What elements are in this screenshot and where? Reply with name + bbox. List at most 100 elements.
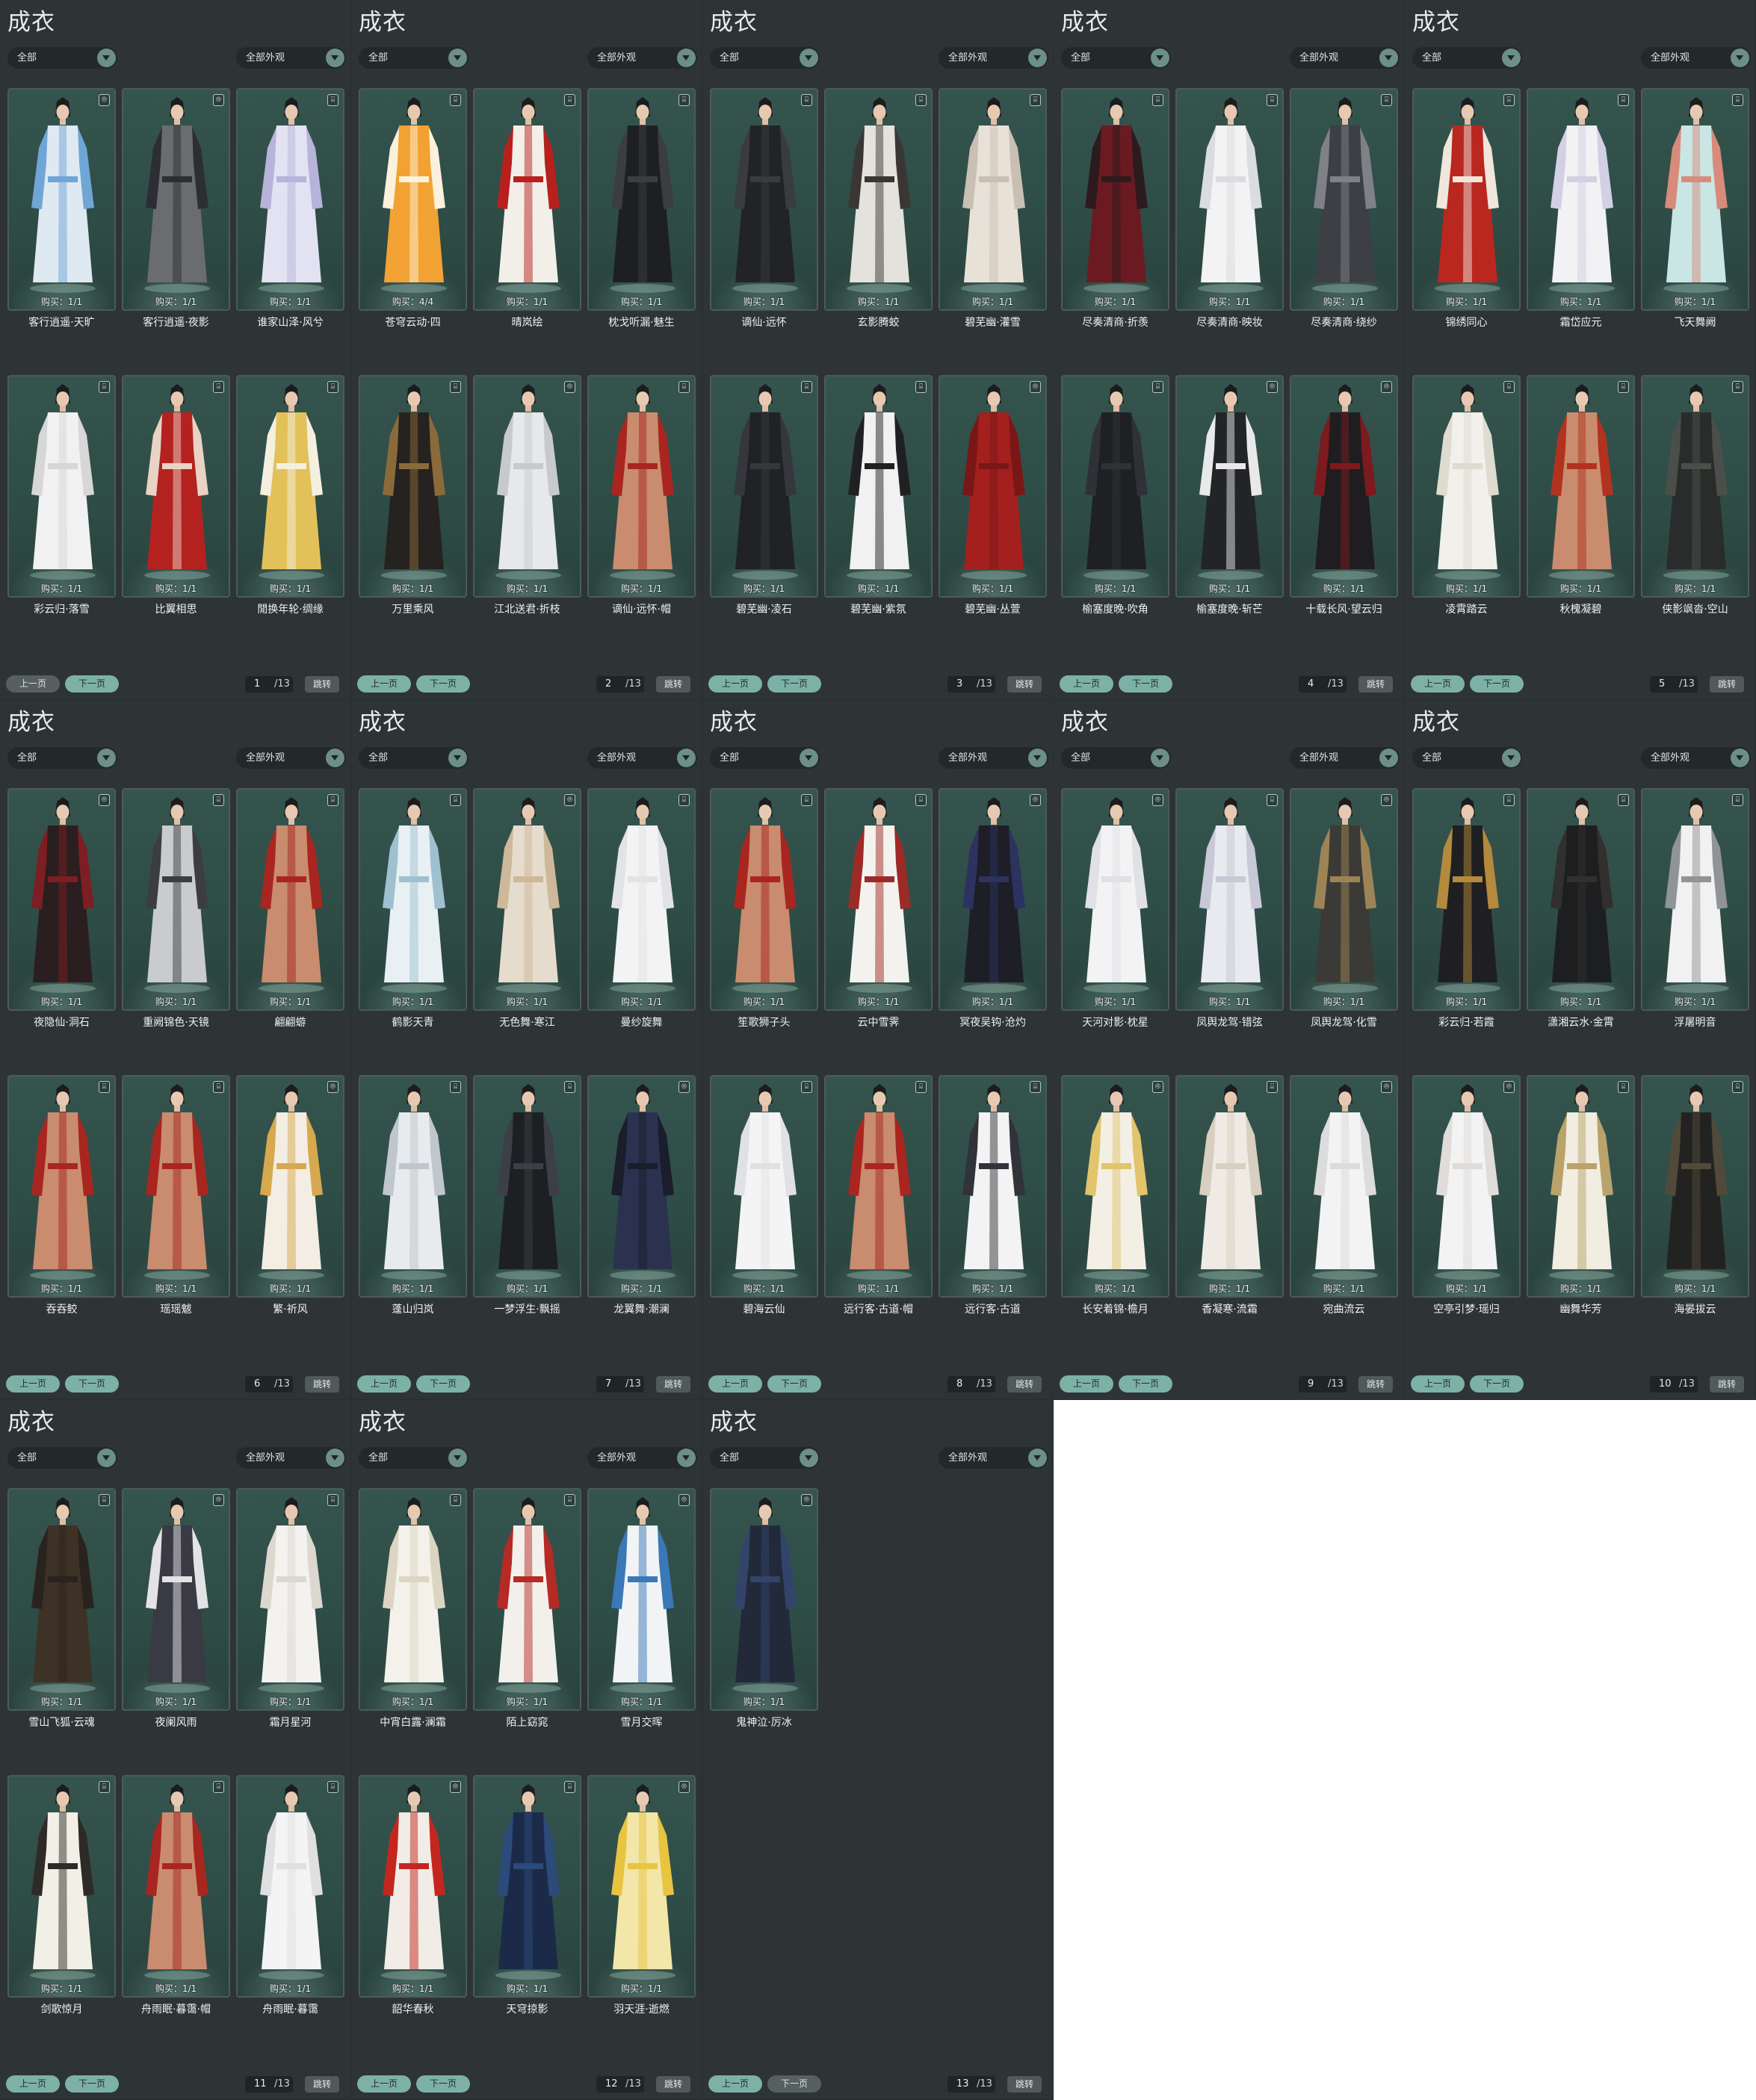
next-page-button[interactable]: 下一页 [1119, 675, 1172, 693]
outfit-card[interactable]: ⌸ 购买：1/1 天穹掠影 [473, 1775, 581, 2062]
next-page-button[interactable]: 下一页 [1119, 1375, 1172, 1393]
outfit-preview[interactable]: ⌸ 购买：1/1 [359, 1075, 467, 1298]
outfit-card[interactable]: ⌸ 购买：4/4 苍穹云动·四 [359, 88, 467, 375]
outfit-preview[interactable]: ⦾ 购买：1/1 [359, 1775, 467, 1998]
category-filter-dropdown[interactable]: 全部 [7, 1447, 117, 1469]
outfit-card[interactable]: ⌸ 购买：1/1 谁家山泽·风兮 [236, 88, 344, 375]
outfit-card[interactable]: ⌸ 购买：1/1 霜岱应元 [1527, 88, 1635, 375]
outfit-card[interactable]: ⦾ 购买：1/1 榆塞度晚·斩芒 [1175, 375, 1284, 662]
outfit-preview[interactable]: ⌸ 购买：1/1 [359, 788, 467, 1011]
outfit-card[interactable]: ⦾ 购买：1/1 夜阑风雨 [122, 1488, 230, 1775]
outfit-card[interactable]: ⌸ 购买：1/1 玄影腾蛟 [824, 88, 933, 375]
outfit-card[interactable]: ⌸ 购买：1/1 曼纱旋舞 [587, 788, 696, 1075]
outfit-preview[interactable]: ⌸ 购买：1/1 [122, 788, 230, 1011]
outfit-card[interactable]: ⌸ 购买：1/1 舟雨眠·暮霭·帽 [122, 1775, 230, 2062]
outfit-card[interactable]: ⌸ 购买：1/1 剑歌惊月 [7, 1775, 116, 2062]
outfit-preview[interactable]: ⦾ 购买：1/1 [473, 375, 581, 598]
outfit-preview[interactable]: ⦾ 购买：1/1 [7, 788, 116, 1011]
outfit-preview[interactable]: ⌸ 购买：1/1 [1061, 88, 1169, 311]
outfit-preview[interactable]: ⌸ 购买：1/1 [7, 1075, 116, 1298]
outfit-card[interactable]: ⌸ 购买：1/1 碧芜幽·紫氛 [824, 375, 933, 662]
outfit-preview[interactable]: ⌸ 购买：1/1 [1175, 1075, 1284, 1298]
outfit-card[interactable]: ⌸ 购买：1/1 霜月星河 [236, 1488, 344, 1775]
outfit-preview[interactable]: ⦾ 购买：1/1 [710, 1488, 818, 1711]
outfit-preview[interactable]: ⌸ 购买：1/1 [473, 1488, 581, 1711]
outfit-card[interactable]: ⦾ 购买：1/1 客行逍遥·夜影 [122, 88, 230, 375]
outfit-card[interactable]: ⌸ 购买：1/1 晴岚绘 [473, 88, 581, 375]
jump-button[interactable]: 跳转 [656, 2076, 690, 2093]
outfit-card[interactable]: ⌸ 购买：1/1 幽舞华芳 [1527, 1075, 1635, 1362]
outfit-card[interactable]: ⦾ 购买：1/1 碧芜幽·丛萱 [939, 375, 1047, 662]
outfit-card[interactable]: ⌸ 购买：1/1 雪山飞狐·云魂 [7, 1488, 116, 1775]
outfit-card[interactable]: ⦾ 购买：1/1 龙翼舞·潮澜 [587, 1075, 696, 1362]
outfit-preview[interactable]: ⌸ 购买：1/1 [236, 1775, 344, 1998]
outfit-card[interactable]: ⌸ 购买：1/1 重阙锦色·天镜 [122, 788, 230, 1075]
outfit-preview[interactable]: ⌸ 购买：1/1 [359, 375, 467, 598]
outfit-preview[interactable]: ⌸ 购买：1/1 [1641, 375, 1749, 598]
jump-button[interactable]: 跳转 [1358, 676, 1393, 693]
outfit-preview[interactable]: ⌸ 购买：1/1 [1527, 375, 1635, 598]
outfit-card[interactable]: ⦾ 购买：1/1 冥夜吴钩·沧灼 [939, 788, 1047, 1075]
outfit-card[interactable]: ⌸ 购买：1/1 彩云归·若霞 [1412, 788, 1521, 1075]
outfit-preview[interactable]: ⌸ 购买：1/1 [473, 88, 581, 311]
outfit-card[interactable]: ⌸ 购买：1/1 凌霄踏云 [1412, 375, 1521, 662]
outfit-card[interactable]: ⌸ 购买：1/1 蓬山归岚 [359, 1075, 467, 1362]
prev-page-button[interactable]: 上一页 [6, 1375, 60, 1393]
outfit-card[interactable]: ⌸ 购买：1/1 侠影飒沓·空山 [1641, 375, 1749, 662]
appearance-filter-dropdown[interactable]: 全部外观 [587, 747, 697, 769]
category-filter-dropdown[interactable]: 全部 [359, 47, 469, 69]
outfit-card[interactable]: ⦾ 购买：1/1 空亭引梦·瑶归 [1412, 1075, 1521, 1362]
outfit-preview[interactable]: ⦾ 购买：1/1 [236, 1075, 344, 1298]
jump-button[interactable]: 跳转 [1710, 676, 1744, 693]
prev-page-button[interactable]: 上一页 [1411, 675, 1465, 693]
appearance-filter-dropdown[interactable]: 全部外观 [236, 47, 346, 69]
outfit-preview[interactable]: ⌸ 购买：1/1 [1527, 788, 1635, 1011]
outfit-preview[interactable]: ⦾ 购买：1/1 [1290, 1075, 1398, 1298]
outfit-preview[interactable]: ⌸ 购买：1/1 [1412, 375, 1521, 598]
category-filter-dropdown[interactable]: 全部 [710, 47, 820, 69]
outfit-card[interactable]: ⌸ 购买：1/1 彩云归·落雪 [7, 375, 116, 662]
outfit-preview[interactable]: ⌸ 购买：1/1 [587, 788, 696, 1011]
outfit-card[interactable]: ⌸ 购买：1/1 远行客·古道 [939, 1075, 1047, 1362]
outfit-card[interactable]: ⦾ 购买：1/1 繁·祈风 [236, 1075, 344, 1362]
outfit-preview[interactable]: ⌸ 购买：1/1 [587, 375, 696, 598]
prev-page-button[interactable]: 上一页 [357, 675, 411, 693]
outfit-card[interactable]: ⌸ 购买：1/1 一梦浮生·飘摇 [473, 1075, 581, 1362]
appearance-filter-dropdown[interactable]: 全部外观 [1641, 47, 1751, 69]
outfit-card[interactable]: ⌸ 购买：1/1 閒换年轮·绸缘 [236, 375, 344, 662]
outfit-card[interactable]: ⌸ 购买：1/1 尽奏清商·绕纱 [1290, 88, 1398, 375]
appearance-filter-dropdown[interactable]: 全部外观 [1290, 747, 1400, 769]
jump-button[interactable]: 跳转 [1358, 1376, 1393, 1393]
outfit-preview[interactable]: ⌸ 购买：1/1 [122, 375, 230, 598]
outfit-card[interactable]: ⌸ 购买：1/1 比翼相思 [122, 375, 230, 662]
outfit-card[interactable]: ⦾ 购买：1/1 韶华春秋 [359, 1775, 467, 2062]
prev-page-button[interactable]: 上一页 [1060, 1375, 1113, 1393]
next-page-button[interactable]: 下一页 [65, 1375, 119, 1393]
outfit-card[interactable]: ⌸ 购买：1/1 谪仙·远怀·帽 [587, 375, 696, 662]
outfit-preview[interactable]: ⌸ 购买：1/1 [587, 88, 696, 311]
category-filter-dropdown[interactable]: 全部 [1061, 747, 1171, 769]
jump-button[interactable]: 跳转 [656, 676, 690, 693]
outfit-preview[interactable]: ⦾ 购买：1/1 [1061, 788, 1169, 1011]
outfit-preview[interactable]: ⌸ 购买：1/1 [1641, 88, 1749, 311]
outfit-card[interactable]: ⌸ 购买：1/1 秋槐凝碧 [1527, 375, 1635, 662]
category-filter-dropdown[interactable]: 全部 [359, 1447, 469, 1469]
next-page-button[interactable]: 下一页 [767, 675, 821, 693]
outfit-preview[interactable]: ⌸ 购买：1/1 [1061, 375, 1169, 598]
outfit-preview[interactable]: ⌸ 购买：1/1 [359, 1488, 467, 1711]
outfit-card[interactable]: ⌸ 购买：1/1 潇湘云水·金霄 [1527, 788, 1635, 1075]
next-page-button[interactable]: 下一页 [416, 1375, 470, 1393]
prev-page-button[interactable]: 上一页 [1060, 675, 1113, 693]
outfit-card[interactable]: ⌸ 购买：1/1 枕戈听漏·魅生 [587, 88, 696, 375]
outfit-preview[interactable]: ⦾ 购买：1/1 [122, 88, 230, 311]
category-filter-dropdown[interactable]: 全部 [7, 47, 117, 69]
outfit-card[interactable]: ⦾ 购买：1/1 江北送君·折枝 [473, 375, 581, 662]
outfit-preview[interactable]: ⦾ 购买：1/1 [587, 1075, 696, 1298]
outfit-card[interactable]: ⌸ 购买：1/1 浮屠明音 [1641, 788, 1749, 1075]
outfit-card[interactable]: ⦾ 购买：1/1 无色舞·寒江 [473, 788, 581, 1075]
outfit-preview[interactable]: ⌸ 购买：1/1 [236, 375, 344, 598]
next-page-button[interactable]: 下一页 [767, 2075, 821, 2093]
category-filter-dropdown[interactable]: 全部 [710, 747, 820, 769]
outfit-preview[interactable]: ⌸ 购买：1/1 [824, 375, 933, 598]
outfit-card[interactable]: ⌸ 购买：1/1 笙歌狮子头 [710, 788, 818, 1075]
